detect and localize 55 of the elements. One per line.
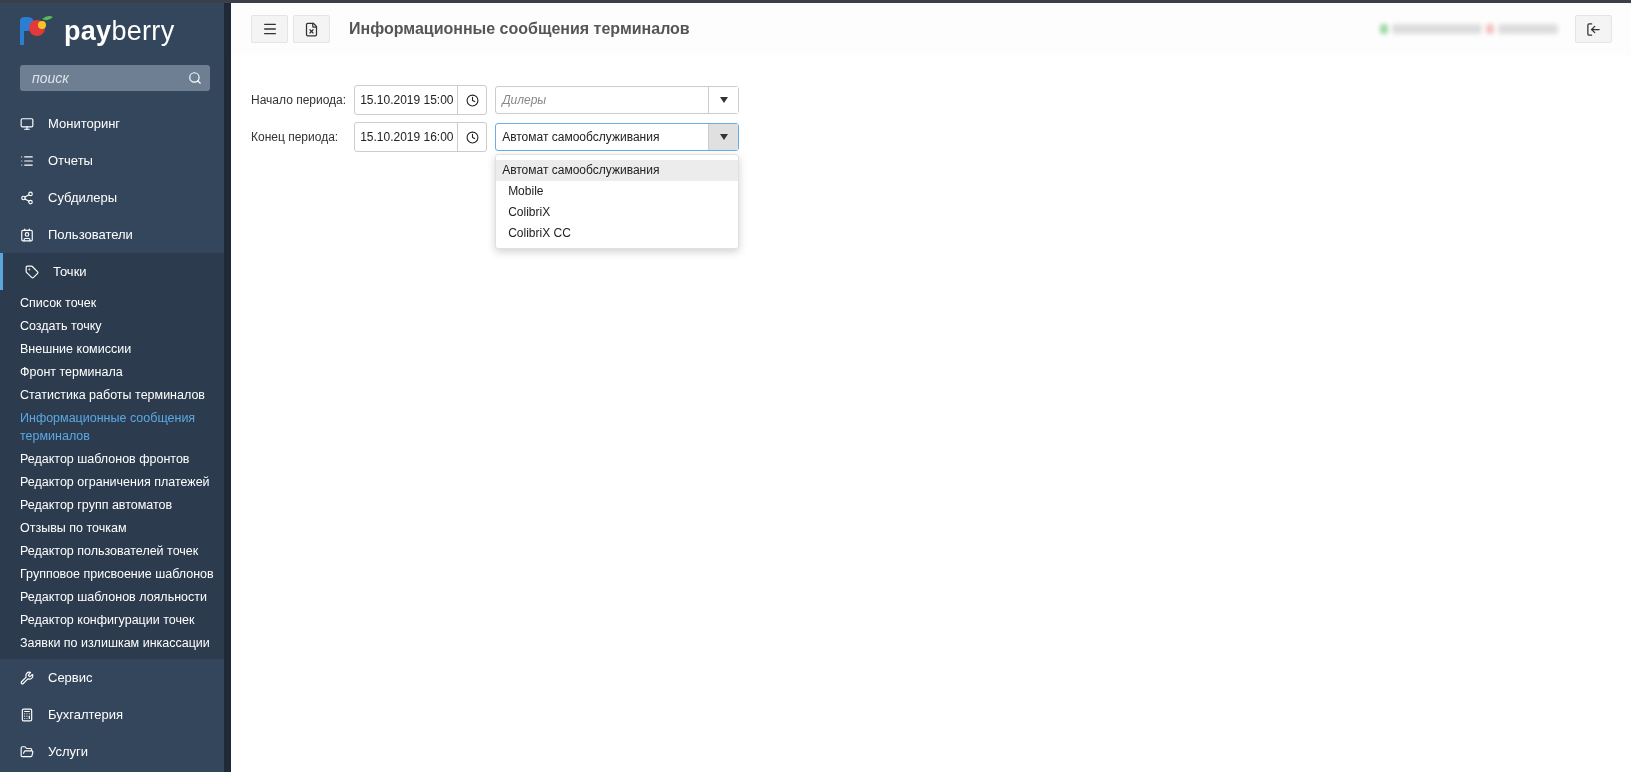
- submenu-item[interactable]: Редактор шаблонов лояльности: [0, 586, 224, 609]
- search-field[interactable]: поиск: [20, 65, 210, 91]
- tag-icon: [25, 264, 39, 279]
- clock-icon: [465, 93, 479, 107]
- submenu-item[interactable]: Редактор конфигурации точек: [0, 609, 224, 632]
- dropdown-option[interactable]: Mobile: [496, 181, 739, 202]
- select-field[interactable]: Дилеры: [495, 86, 740, 114]
- dropdown-option[interactable]: ColibriX: [496, 202, 739, 223]
- caret-icon: [719, 134, 728, 140]
- sidebar-item[interactable]: Сервис: [0, 659, 224, 696]
- share-icon: [20, 190, 34, 205]
- sidebar-item[interactable]: Мониторинг: [0, 105, 224, 142]
- dropdown-option[interactable]: Автомат самообслуживания: [496, 160, 739, 181]
- sidebar-item[interactable]: Пользователи: [0, 216, 224, 253]
- sidebar-item[interactable]: Услуги: [0, 733, 224, 770]
- submenu-item[interactable]: Отзывы по точкам: [0, 517, 224, 540]
- submenu-item[interactable]: Фронт терминала: [0, 361, 224, 384]
- submenu-item[interactable]: Список точек: [0, 292, 224, 315]
- submenu-item[interactable]: Редактор шаблонов фронтов: [0, 448, 224, 471]
- submenu-item[interactable]: Создать точку: [0, 315, 224, 338]
- field-label: Начало периода:: [251, 93, 347, 107]
- page-title: Информационные сообщения терминалов: [349, 20, 691, 38]
- field-label: Конец периода:: [251, 130, 340, 144]
- sidebar-item[interactable]: Отчеты: [0, 142, 224, 179]
- search-icon: [188, 71, 202, 85]
- submenu-item[interactable]: Информационные сообщения терминалов: [0, 407, 224, 448]
- monitor-icon: [20, 116, 34, 131]
- menu-button[interactable]: [251, 15, 288, 43]
- submenu-item[interactable]: Статистика работы терминалов: [0, 384, 224, 407]
- folder-icon: [20, 744, 34, 759]
- brand-name: payberry: [64, 15, 175, 47]
- dropdown-option[interactable]: ColibriX CC: [496, 223, 739, 244]
- logout-icon: [1586, 21, 1601, 37]
- list-icon: [20, 153, 34, 168]
- sidebar-item[interactable]: Субдилеры: [0, 179, 224, 216]
- sidebar-item[interactable]: Точки: [0, 253, 224, 290]
- spreadsheet-file-icon: [304, 21, 319, 37]
- menu-icon: [261, 21, 278, 37]
- submenu-item[interactable]: Редактор пользователей точек: [0, 540, 224, 563]
- excel-export-button[interactable]: [293, 15, 330, 43]
- submenu-item[interactable]: Редактор ограничения платежей: [0, 471, 224, 494]
- contact-card-icon: [20, 227, 34, 242]
- submenu-item[interactable]: Внешние комиссии: [0, 338, 224, 361]
- submenu-item[interactable]: Групповое присвоение шаблонов: [0, 563, 224, 586]
- logout-button[interactable]: [1575, 15, 1612, 43]
- calculator-icon: [20, 707, 34, 722]
- sidebar-item[interactable]: Бухгалтерия: [0, 696, 224, 733]
- submenu-item[interactable]: Заявки по излишкам инкассации: [0, 632, 224, 655]
- date-field[interactable]: 15.10.2019 16:00: [354, 122, 488, 152]
- clock-icon: [465, 130, 479, 144]
- wrench-icon: [20, 670, 34, 685]
- date-field[interactable]: 15.10.2019 15:00: [354, 85, 488, 115]
- submenu-item[interactable]: Редактор групп автоматов: [0, 494, 224, 517]
- caret-icon: [719, 97, 728, 103]
- select-field[interactable]: Автомат самообслуживания: [495, 123, 740, 151]
